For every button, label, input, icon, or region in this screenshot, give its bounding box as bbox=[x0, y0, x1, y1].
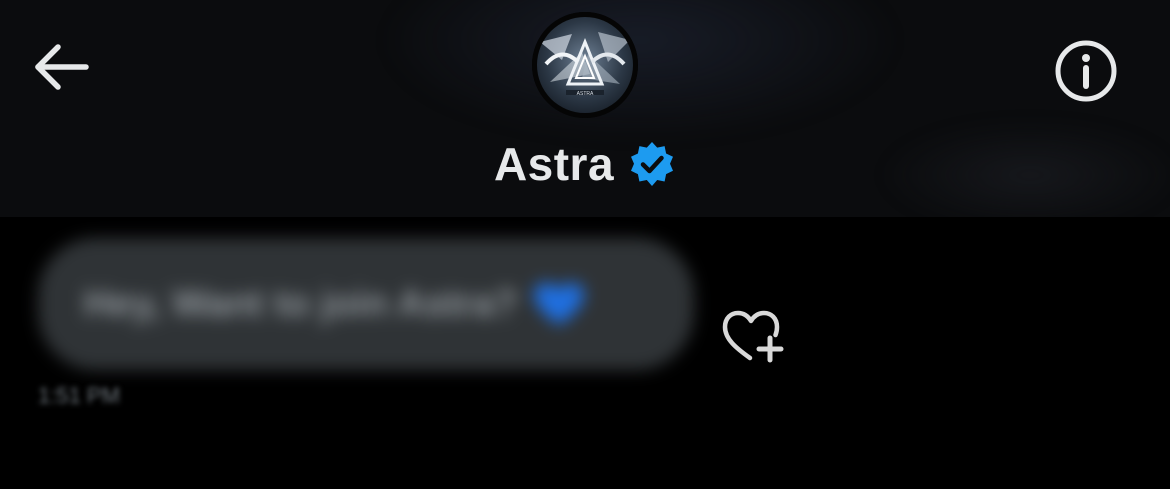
message-text: Hey, Want to join Astra? bbox=[84, 282, 518, 325]
contact-name[interactable]: Astra bbox=[494, 134, 614, 194]
header-background-blur bbox=[380, 0, 900, 140]
message-bubble[interactable]: Hey, Want to join Astra? bbox=[38, 238, 694, 370]
heart-plus-icon bbox=[722, 310, 784, 363]
contact-name-row: Astra bbox=[0, 134, 1170, 194]
info-circle-icon bbox=[1055, 40, 1117, 102]
dm-conversation-screen: ASTRA Astra Hey, Want to join Astra? 1:5… bbox=[0, 0, 1170, 489]
add-reaction-button[interactable] bbox=[720, 306, 786, 366]
avatar[interactable]: ASTRA bbox=[532, 12, 638, 118]
arrow-left-icon bbox=[35, 44, 89, 90]
blue-heart-emoji-icon bbox=[533, 283, 584, 325]
avatar-text: ASTRA bbox=[577, 91, 594, 97]
conversation-header: ASTRA Astra bbox=[0, 0, 1170, 217]
verified-badge-icon bbox=[631, 142, 674, 186]
info-button[interactable] bbox=[1053, 38, 1119, 104]
message-timestamp: 1:51 PM bbox=[38, 383, 120, 408]
back-button[interactable] bbox=[30, 40, 92, 96]
